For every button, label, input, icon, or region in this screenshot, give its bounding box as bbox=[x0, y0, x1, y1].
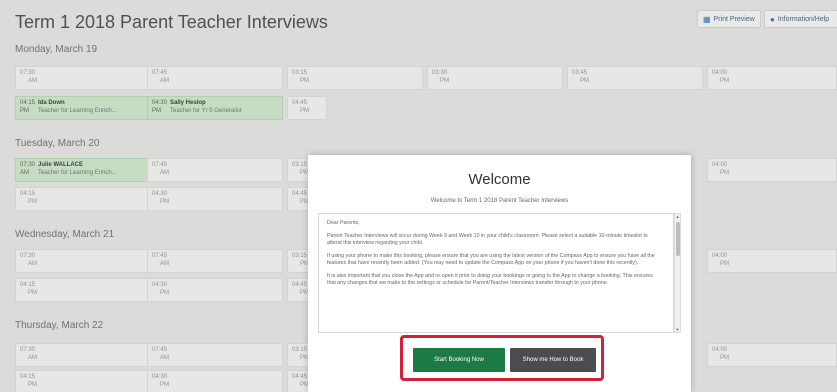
message-scrollbar[interactable]: ▲ ▼ bbox=[674, 213, 681, 333]
button-highlight: Start Booking Now Show me How to Book bbox=[400, 335, 604, 381]
scroll-thumb[interactable] bbox=[676, 222, 680, 256]
message-greeting: Dear Parents, bbox=[327, 220, 360, 226]
welcome-dialog: Welcome Welcome to Term 1 2018 Parent Te… bbox=[308, 155, 691, 392]
scroll-up-icon[interactable]: ▲ bbox=[675, 214, 680, 219]
dialog-message[interactable]: Dear Parents, Parent Teacher Interviews … bbox=[318, 213, 674, 333]
dialog-title: Welcome bbox=[468, 171, 531, 188]
message-paragraph: If using your phone to make this booking… bbox=[327, 253, 655, 266]
scroll-down-icon[interactable]: ▼ bbox=[675, 327, 680, 332]
message-paragraph: It is also important that you close the … bbox=[327, 273, 653, 286]
message-paragraph: Parent Teacher Interviews will occur dur… bbox=[327, 233, 648, 246]
start-booking-button[interactable]: Start Booking Now bbox=[413, 348, 505, 372]
show-how-to-book-button[interactable]: Show me How to Book bbox=[510, 348, 596, 372]
dialog-subtitle: Welcome to Term 1 2018 Parent Teacher In… bbox=[430, 198, 569, 204]
